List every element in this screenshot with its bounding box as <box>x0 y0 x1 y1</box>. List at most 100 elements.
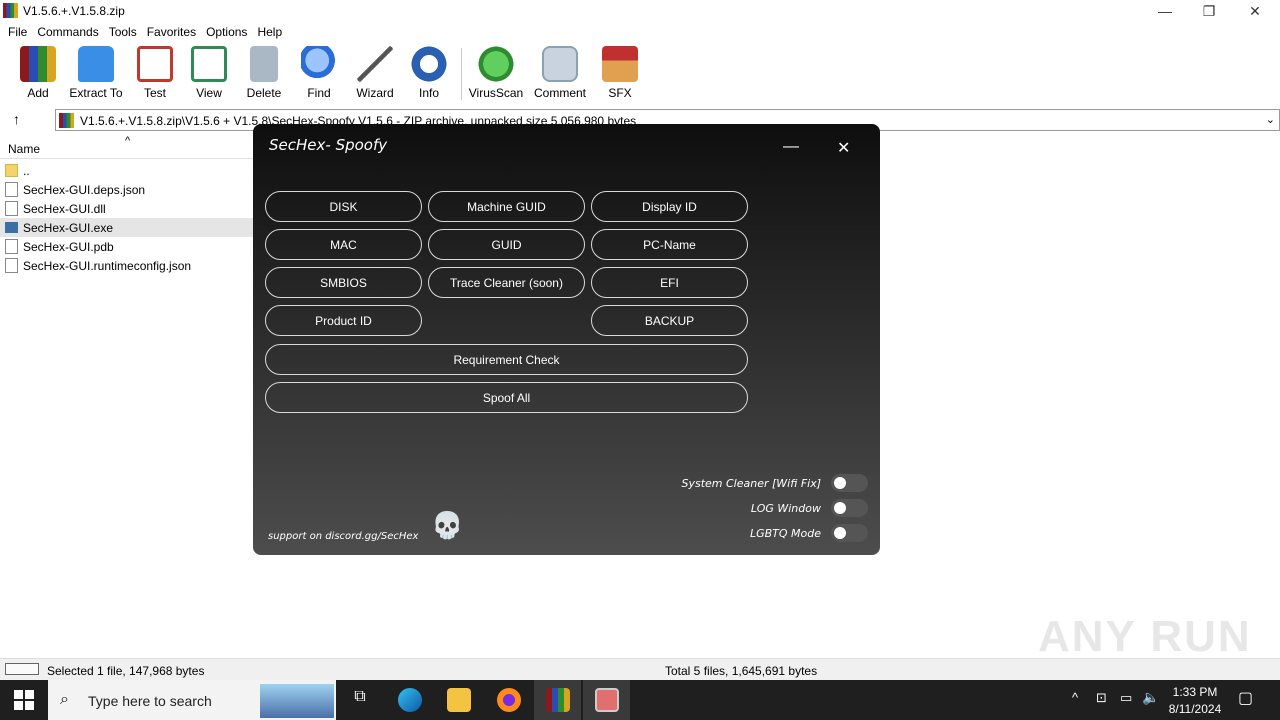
sechex-spoofy-window: SecHex- Spoofy — ✕ DISK Machine GUID Dis… <box>253 124 880 555</box>
file-row-selected[interactable]: SecHex-GUI.exe <box>0 218 257 237</box>
find-label: Find <box>307 86 331 100</box>
file-list-header[interactable]: Name ^ <box>0 135 257 159</box>
show-hidden-icons-chevron-icon[interactable]: ^ <box>1072 690 1078 705</box>
title-bar: V1.5.6.+.V1.5.8.zip — ❐ ✕ <box>0 0 1280 22</box>
edge-browser-icon[interactable] <box>398 688 422 712</box>
name-column-header[interactable]: Name <box>8 142 40 156</box>
trace-cleaner-button[interactable]: Trace Cleaner (soon) <box>428 267 585 298</box>
file-row[interactable]: SecHex-GUI.deps.json <box>5 180 255 199</box>
comment-button[interactable]: Comment <box>532 46 588 104</box>
smbios-button[interactable]: SMBIOS <box>265 267 422 298</box>
sfx-label: SFX <box>608 86 632 100</box>
wizard-button[interactable]: Wizard <box>347 46 403 104</box>
spoof-all-button[interactable]: Spoof All <box>265 382 748 413</box>
requirement-check-button[interactable]: Requirement Check <box>265 344 748 375</box>
dialog-minimize-button[interactable]: — <box>783 138 799 156</box>
restore-button[interactable]: ❐ <box>1186 0 1232 22</box>
delete-button[interactable]: Delete <box>236 46 292 104</box>
taskbar-clock[interactable]: 1:33 PM 8/11/2024 <box>1160 684 1230 718</box>
minimize-button[interactable]: — <box>1142 0 1188 22</box>
drive-icon <box>5 663 39 675</box>
virusscan-label: VirusScan <box>468 86 524 100</box>
lgbtq-mode-label: LGBTQ Mode <box>749 526 821 540</box>
view-label: View <box>196 86 222 100</box>
winrar-taskbar-icon <box>546 688 570 712</box>
network-icon[interactable]: ⊡ <box>1096 690 1107 706</box>
exe-file-icon <box>5 222 18 233</box>
test-label: Test <box>143 86 166 100</box>
firefox-icon[interactable] <box>497 688 521 712</box>
status-selected: Selected 1 file, 147,968 bytes <box>47 664 205 678</box>
menu-help[interactable]: Help <box>252 22 287 42</box>
file-row[interactable]: SecHex-GUI.pdb <box>5 237 255 256</box>
support-discord-text: support on discord.gg/SecHex <box>268 531 419 542</box>
menu-file[interactable]: File <box>3 22 32 42</box>
file-row-parent[interactable]: .. <box>5 161 255 180</box>
log-window-label: LOG Window <box>750 501 821 515</box>
view-button[interactable]: View <box>181 46 237 104</box>
toolbar-separator <box>461 48 462 100</box>
mac-button[interactable]: MAC <box>265 229 422 260</box>
dialog-close-button[interactable]: ✕ <box>837 138 850 158</box>
task-view-icon[interactable]: ⧉ <box>348 688 372 712</box>
clock-date: 8/11/2024 <box>1168 702 1222 716</box>
taskbar-search[interactable]: ⌕ Type here to search <box>48 680 336 720</box>
menu-favorites[interactable]: Favorites <box>142 22 201 42</box>
test-clipboard-icon <box>137 46 173 82</box>
up-one-level-icon[interactable]: ↑ <box>13 111 20 127</box>
lgbtq-mode-toggle[interactable] <box>831 524 868 542</box>
menu-tools[interactable]: Tools <box>104 22 142 42</box>
toolbar: Add Extract To Test View Delete Find Wiz… <box>0 42 1280 104</box>
volume-icon[interactable]: 🔈 <box>1142 689 1159 706</box>
windows-start-icon[interactable] <box>14 690 34 710</box>
system-cleaner-toggle[interactable] <box>831 474 868 492</box>
find-magnifier-icon <box>301 46 337 82</box>
info-icon <box>411 46 447 82</box>
disk-button[interactable]: DISK <box>265 191 422 222</box>
virusscan-button[interactable]: VirusScan <box>468 46 524 104</box>
add-button[interactable]: Add <box>10 46 66 104</box>
pc-name-button[interactable]: PC-Name <box>591 229 748 260</box>
address-dropdown-icon[interactable]: ⌄ <box>1266 113 1275 126</box>
file-name: SecHex-GUI.pdb <box>23 239 114 254</box>
sechex-taskbar-icon <box>595 688 619 712</box>
notifications-icon[interactable]: ▢ <box>1238 688 1253 708</box>
toggle-knob <box>834 527 846 539</box>
folder-icon <box>5 164 18 177</box>
winrar-app-icon <box>3 3 18 18</box>
file-explorer-icon[interactable] <box>447 688 471 712</box>
menu-bar: File Commands Tools Favorites Options He… <box>0 22 1280 42</box>
system-cleaner-label: System Cleaner [Wifi Fix] <box>681 476 821 490</box>
file-icon <box>5 258 18 273</box>
extract-to-button[interactable]: Extract To <box>68 46 124 104</box>
file-icon <box>5 182 18 197</box>
comment-label: Comment <box>533 86 586 100</box>
test-button[interactable]: Test <box>127 46 183 104</box>
file-row[interactable]: SecHex-GUI.dll <box>5 199 255 218</box>
menu-options[interactable]: Options <box>201 22 252 42</box>
file-row[interactable]: SecHex-GUI.runtimeconfig.json <box>5 256 255 275</box>
toggle-knob <box>834 477 846 489</box>
efi-button[interactable]: EFI <box>591 267 748 298</box>
dialog-title: SecHex- Spoofy <box>269 136 388 154</box>
close-button[interactable]: ✕ <box>1232 0 1278 22</box>
find-button[interactable]: Find <box>291 46 347 104</box>
product-id-button[interactable]: Product ID <box>265 305 422 336</box>
backup-button[interactable]: BACKUP <box>591 305 748 336</box>
file-name: .. <box>23 163 30 178</box>
network-status-icon[interactable]: ▭ <box>1120 690 1132 706</box>
extract-folder-icon <box>78 46 114 82</box>
system-cleaner-toggle-row: System Cleaner [Wifi Fix] <box>633 474 868 492</box>
status-total: Total 5 files, 1,645,691 bytes <box>665 664 818 678</box>
log-window-toggle[interactable] <box>831 499 868 517</box>
sfx-button[interactable]: SFX <box>592 46 648 104</box>
display-id-button[interactable]: Display ID <box>591 191 748 222</box>
menu-commands[interactable]: Commands <box>32 22 103 42</box>
add-archive-icon <box>20 46 56 82</box>
guid-button[interactable]: GUID <box>428 229 585 260</box>
search-placeholder: Type here to search <box>88 693 212 709</box>
sort-ascending-icon: ^ <box>125 135 131 147</box>
info-button[interactable]: Info <box>401 46 457 104</box>
lgbtq-mode-toggle-row: LGBTQ Mode <box>633 524 868 542</box>
machine-guid-button[interactable]: Machine GUID <box>428 191 585 222</box>
